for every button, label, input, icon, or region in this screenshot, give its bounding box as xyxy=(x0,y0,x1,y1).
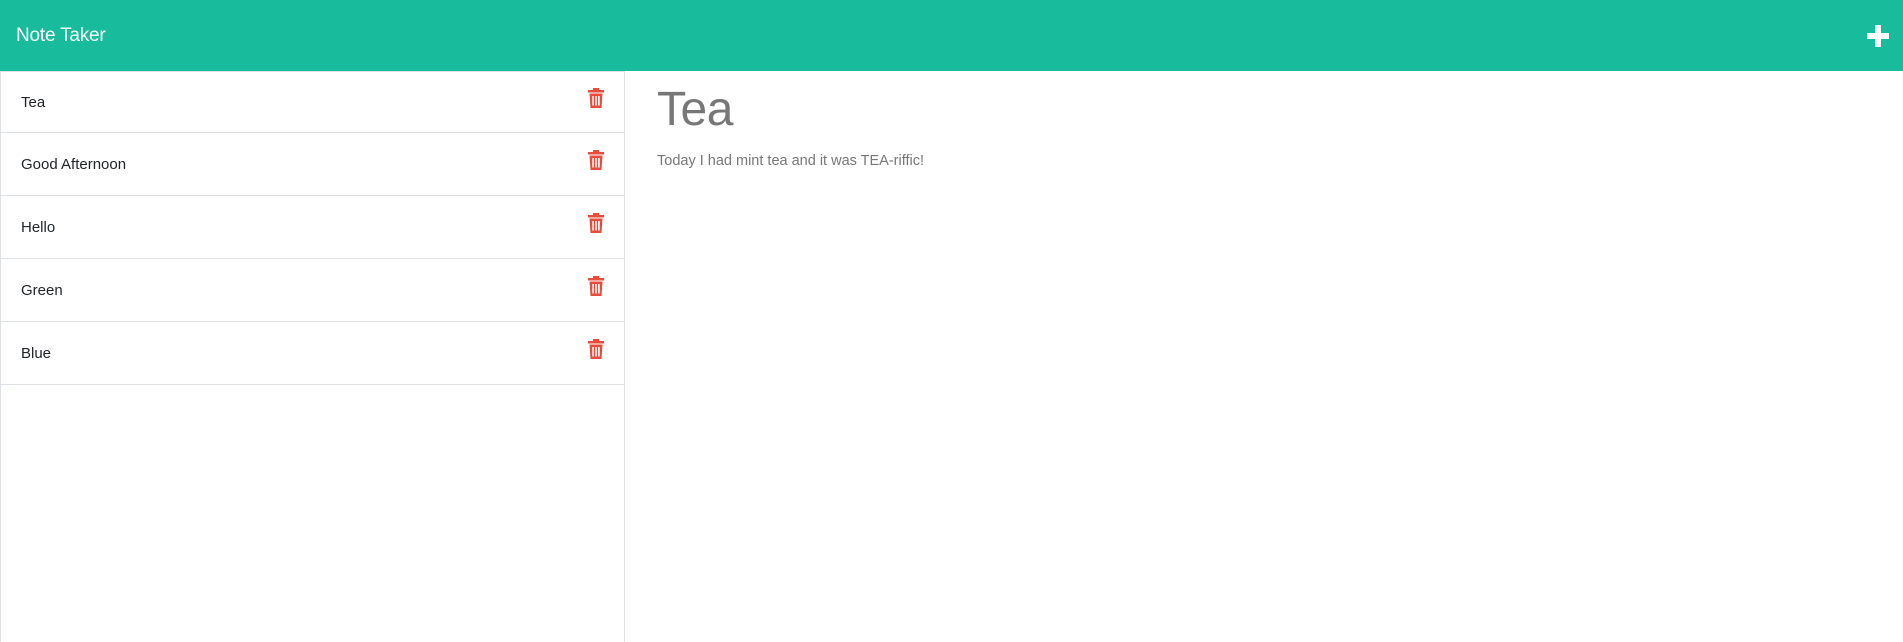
trash-icon[interactable] xyxy=(588,150,604,170)
note-title[interactable]: Tea xyxy=(657,84,1857,135)
trash-icon[interactable] xyxy=(588,276,604,296)
note-list-item[interactable]: Tea xyxy=(1,71,624,133)
note-list-item-title: Hello xyxy=(21,218,56,236)
note-list-item[interactable]: Green xyxy=(1,259,624,322)
note-list-panel: Tea Good Afternoon Hello Green Blue xyxy=(0,71,625,642)
note-list-item[interactable]: Good Afternoon xyxy=(1,133,624,196)
note-list-item-title: Blue xyxy=(21,344,52,362)
new-note-button[interactable] xyxy=(1863,21,1893,51)
note-list-item-title: Green xyxy=(21,281,63,299)
note-list-item-title: Tea xyxy=(21,93,46,111)
plus-icon xyxy=(1867,24,1889,47)
trash-icon[interactable] xyxy=(588,213,604,233)
note-list-item[interactable]: Hello xyxy=(1,196,624,259)
note-list: Tea Good Afternoon Hello Green Blue xyxy=(1,71,624,385)
trash-icon[interactable] xyxy=(588,339,604,359)
note-list-item[interactable]: Blue xyxy=(1,322,624,385)
note-view: Tea Today I had mint tea and it was TEA-… xyxy=(657,71,1857,169)
trash-icon[interactable] xyxy=(588,88,604,108)
note-text[interactable]: Today I had mint tea and it was TEA-riff… xyxy=(657,153,1857,169)
note-list-item-title: Good Afternoon xyxy=(21,155,127,173)
app-title[interactable]: Note Taker xyxy=(16,25,106,47)
navbar: Note Taker xyxy=(0,0,1903,71)
